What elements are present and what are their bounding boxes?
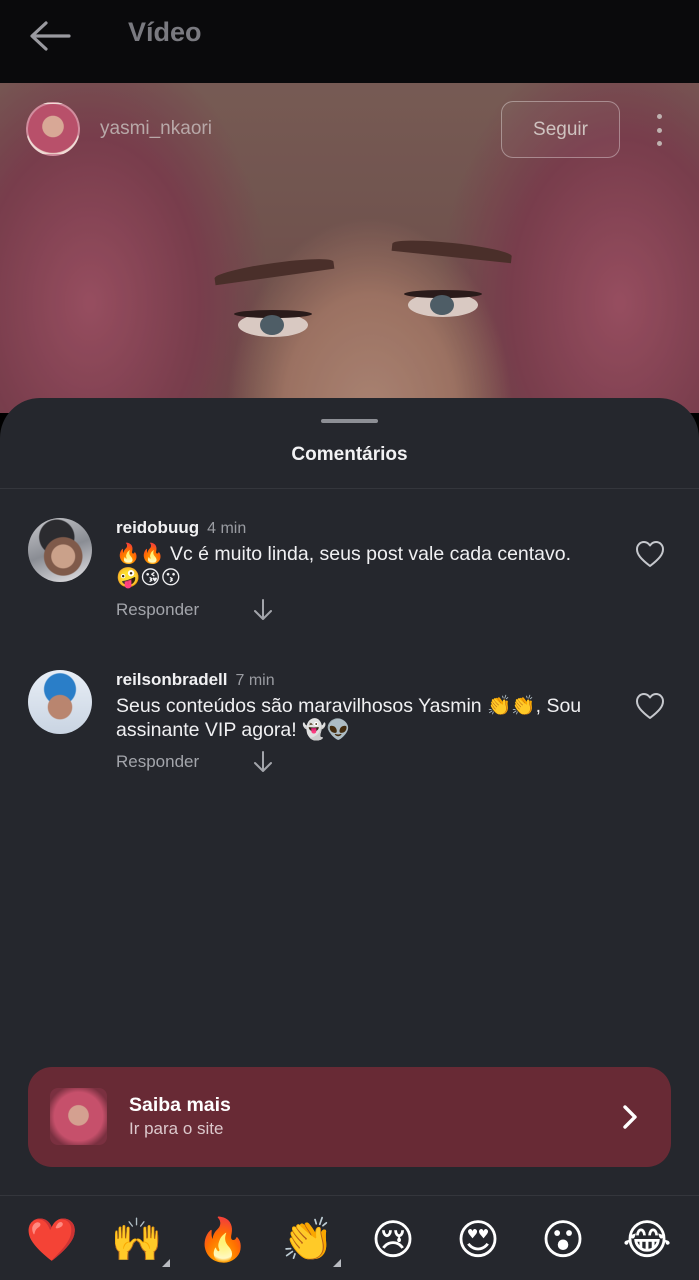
comment-username[interactable]: reidobuug <box>116 518 199 538</box>
heart-icon[interactable] <box>635 692 665 720</box>
reply-button[interactable]: Responder <box>116 600 199 620</box>
follow-button[interactable]: Seguir <box>501 101 620 158</box>
uploader-avatar[interactable] <box>26 102 80 156</box>
divider <box>0 488 699 489</box>
cta-thumbnail <box>50 1088 107 1145</box>
arrow-down-icon[interactable] <box>252 750 274 774</box>
reaction-laughing[interactable]: 😂 <box>620 1215 674 1265</box>
uploader-info[interactable]: yasmi_nkaori <box>26 102 212 156</box>
arrow-down-icon[interactable] <box>252 598 274 622</box>
comment-username[interactable]: reilsonbradell <box>116 670 227 690</box>
heart-icon[interactable] <box>635 540 665 568</box>
arrow-left-icon <box>30 21 71 51</box>
reaction-raised-hands[interactable]: 🙌 <box>110 1215 170 1267</box>
uploader-name[interactable]: yasmi_nkaori <box>100 118 212 140</box>
comment-text: 🔥🔥 Vc é muito linda, seus post vale cada… <box>116 543 572 589</box>
comment-time: 7 min <box>235 672 275 689</box>
top-app-bar: Vídeo <box>0 0 699 83</box>
comment-item: reilsonbradell 7 min Seus conteúdos são … <box>0 670 699 790</box>
comment-item: reidobuug 4 min 🔥🔥 Vc é muito linda, seu… <box>0 518 699 638</box>
reaction-crying[interactable]: 😢 <box>366 1215 420 1265</box>
avatar[interactable] <box>28 670 92 734</box>
reaction-heart-eyes[interactable]: 😍 <box>451 1215 505 1265</box>
drag-handle[interactable] <box>321 419 378 423</box>
reaction-fire[interactable]: 🔥 <box>196 1215 250 1265</box>
chevron-right-icon <box>623 1105 637 1129</box>
learn-more-card[interactable]: Saiba mais Ir para o site <box>28 1067 671 1167</box>
cta-subtitle: Ir para o site <box>129 1119 224 1138</box>
reaction-clap[interactable]: 👏 <box>281 1215 341 1267</box>
more-options-icon[interactable] <box>648 114 670 146</box>
reaction-heart[interactable]: ❤️ <box>25 1215 79 1265</box>
comment-text: Seus conteúdos são maravilhosos Yasmin 👏… <box>116 695 582 741</box>
reply-button[interactable]: Responder <box>116 752 199 772</box>
comment-time: 4 min <box>207 520 247 537</box>
page-title: Vídeo <box>128 17 202 47</box>
back-button[interactable] <box>28 18 72 54</box>
comments-title: Comentários <box>291 444 408 465</box>
avatar[interactable] <box>28 518 92 582</box>
reaction-bar: ❤️ 🙌 🔥 👏 😢 😍 😮 😂 <box>0 1195 699 1280</box>
reaction-surprised[interactable]: 😮 <box>536 1215 590 1265</box>
cta-title: Saiba mais <box>129 1094 231 1116</box>
